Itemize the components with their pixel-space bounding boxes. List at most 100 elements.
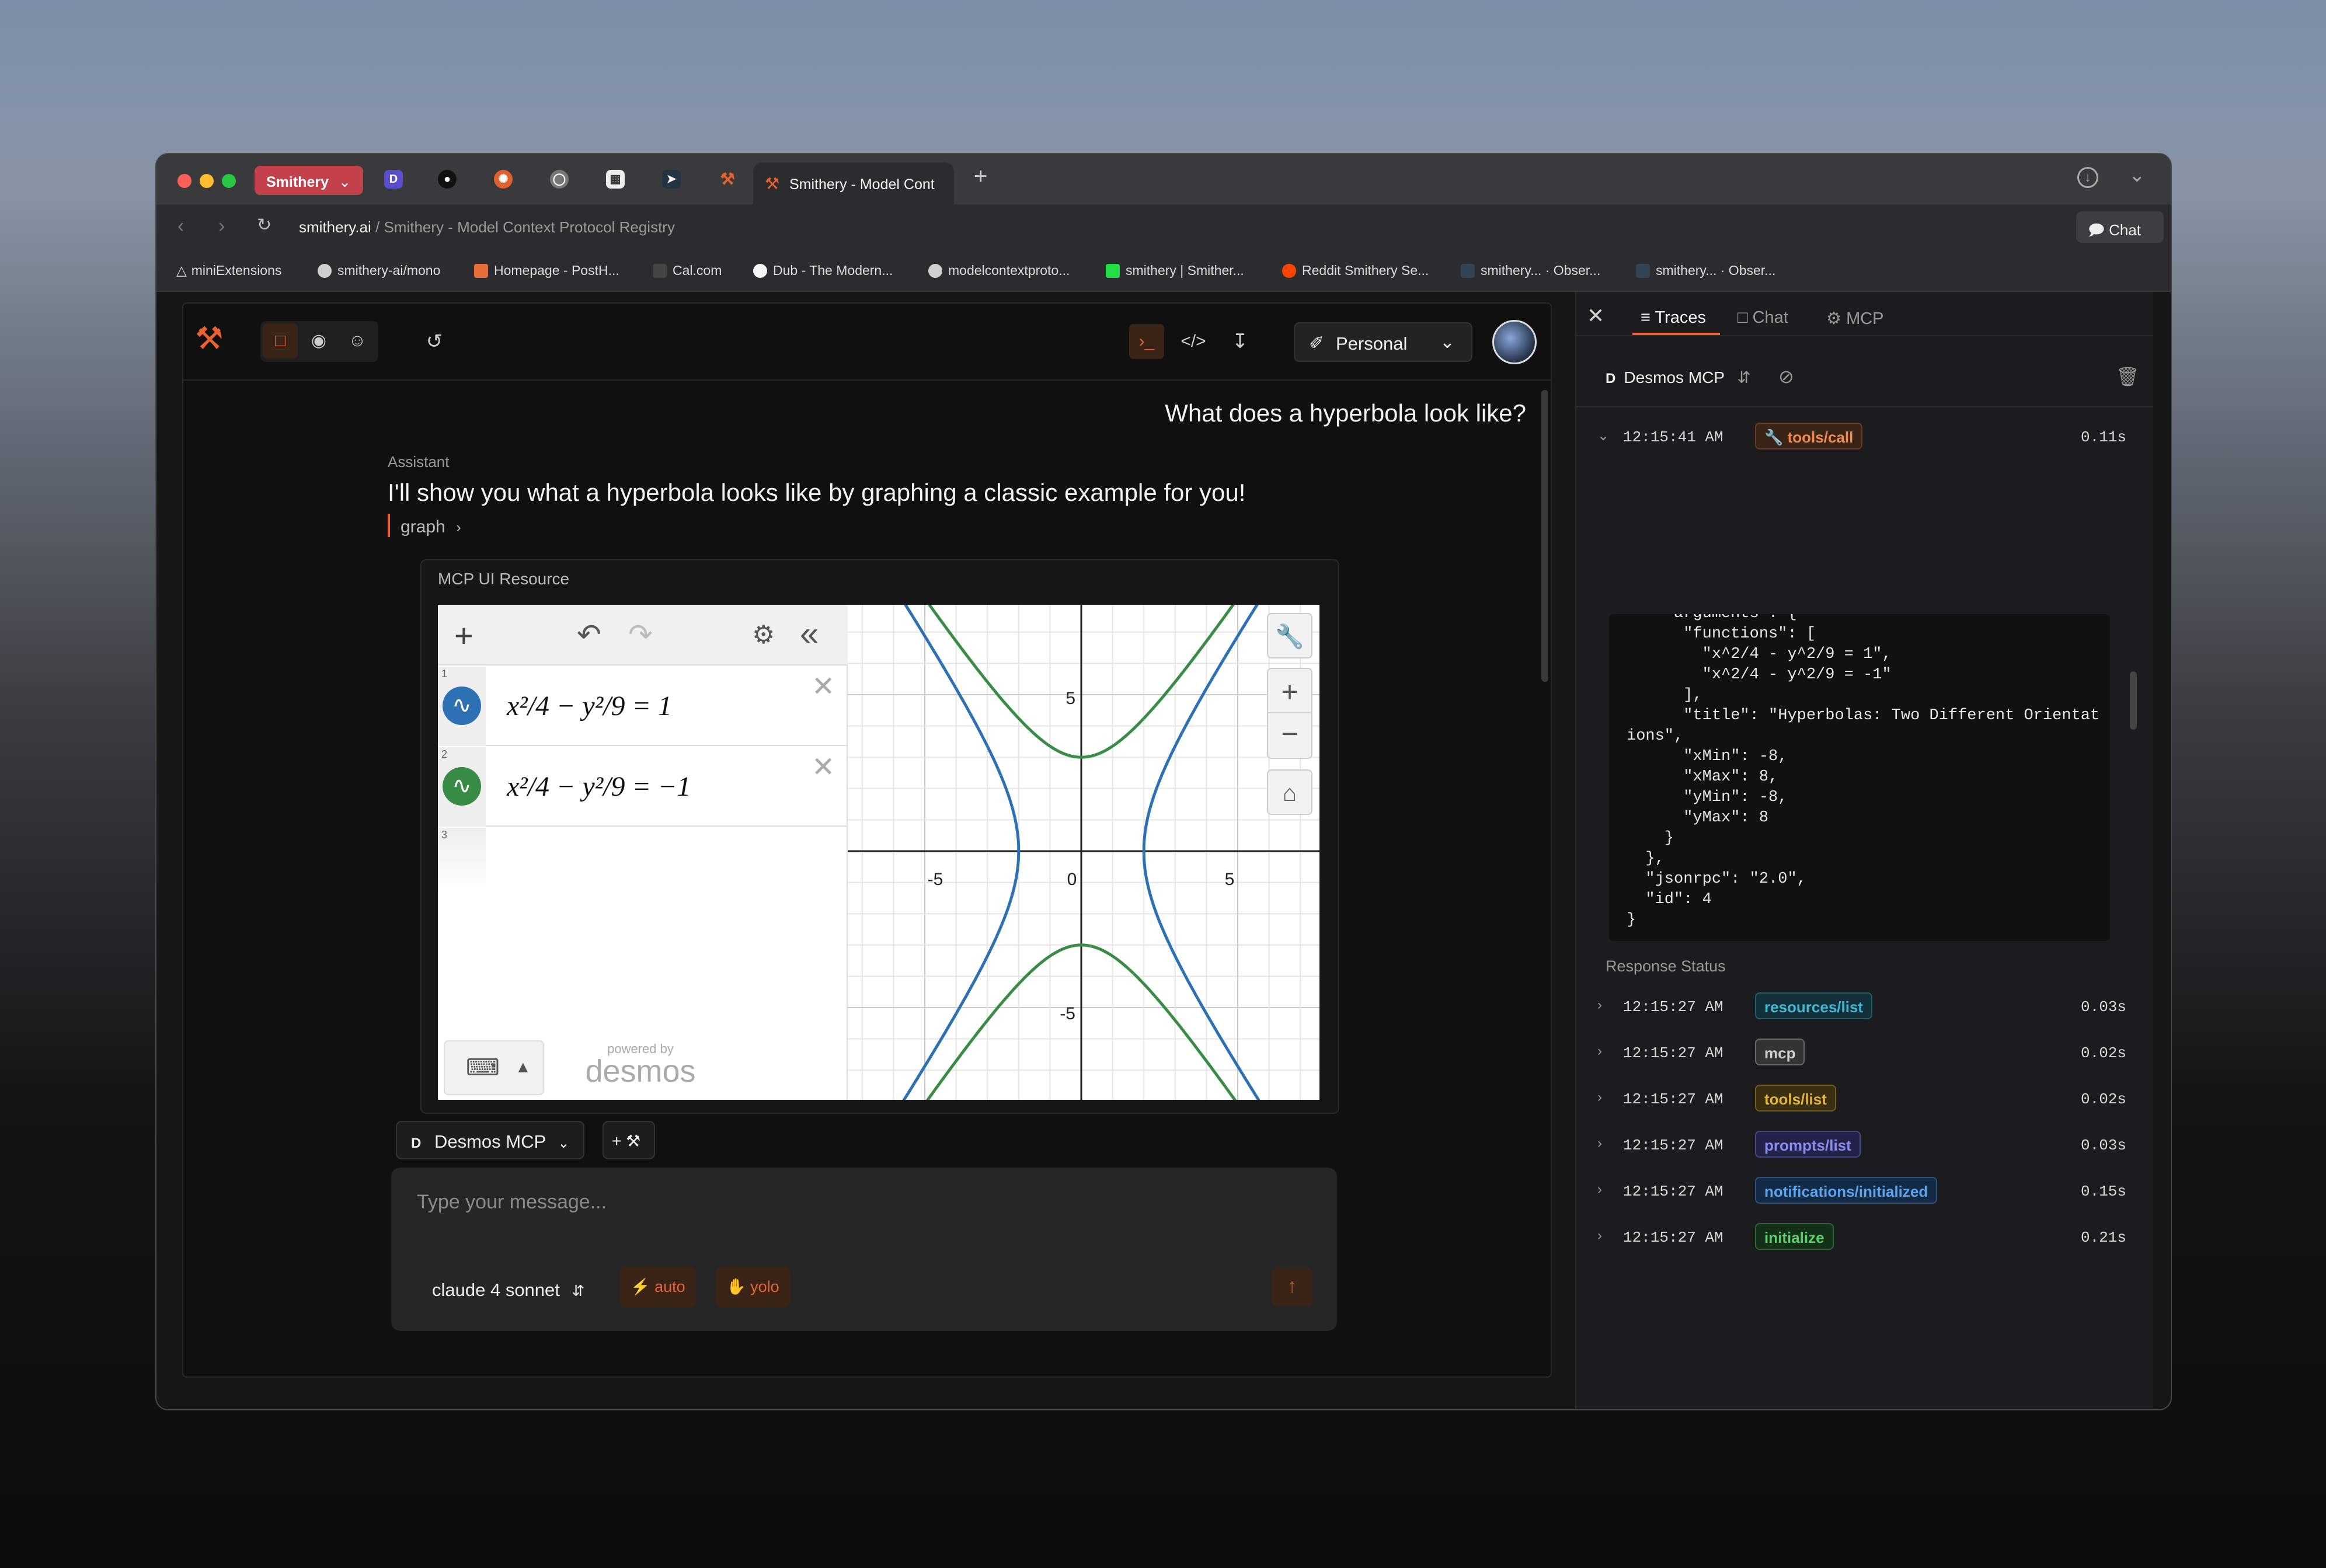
graph-settings-wrench-icon[interactable]: 🔧	[1267, 613, 1312, 658]
code-line: "functions": [	[1627, 625, 1816, 643]
trace-row[interactable]: › 12:15:27 AM initialize 0.21s	[1597, 1221, 2135, 1262]
user-icon[interactable]: ☺	[340, 323, 375, 358]
curve-color-icon[interactable]: ∿	[443, 767, 481, 806]
chevron-right-icon: ›	[1597, 1089, 1602, 1105]
server-initial-icon: D	[1606, 371, 1616, 386]
terminal-icon[interactable]: ›_	[1129, 324, 1164, 359]
expression-latex[interactable]: x²/4 − y²/9 = 1	[507, 690, 672, 722]
tab-mcp[interactable]: ⚙ MCP	[1826, 308, 1884, 329]
tab-favicon-1[interactable]: D	[384, 170, 403, 189]
expression-index: 1	[441, 668, 448, 680]
zoom-out-icon[interactable]: −	[1267, 713, 1312, 759]
bookmark-item[interactable]: smithery... · Obser...	[1636, 263, 1775, 278]
close-window-button[interactable]	[177, 174, 191, 188]
server-initial-icon: D	[411, 1135, 422, 1151]
server-filter-select[interactable]: D Desmos MCP ⇵	[1606, 368, 1751, 387]
bookmark-item[interactable]: smithery-ai/mono	[318, 263, 440, 278]
bookmark-item[interactable]: Cal.com	[653, 263, 722, 278]
zoom-in-icon[interactable]: +	[1267, 668, 1312, 713]
payload-scrollbar[interactable]	[2130, 671, 2137, 730]
forward-arrow-icon[interactable]: ›	[218, 215, 225, 238]
desmos-graph[interactable]: -5 0 5 5 -5	[848, 605, 1319, 1100]
settings-gear-icon[interactable]: ⚙	[752, 620, 775, 650]
mode-auto-button[interactable]: ⚡ auto	[620, 1267, 696, 1308]
maximize-window-button[interactable]	[222, 174, 236, 188]
reload-icon[interactable]: ↻	[257, 215, 271, 235]
home-icon[interactable]: ⌂	[1267, 769, 1312, 815]
code-icon[interactable]: </>	[1176, 324, 1211, 359]
trace-duration: 0.11s	[2080, 428, 2126, 446]
profile-tab-group[interactable]: Smithery ⌄	[255, 166, 363, 195]
workspace-select[interactable]: ✐ Personal ⌄	[1294, 322, 1472, 362]
model-select[interactable]: claude 4 sonnet ⇵	[432, 1280, 584, 1301]
trace-row[interactable]: › 12:15:27 AM mcp 0.02s	[1597, 1036, 2135, 1077]
code-line: "yMin": -8,	[1627, 789, 1788, 806]
message-input[interactable]: Type your message...	[417, 1191, 607, 1214]
download-icon[interactable]: ↧	[1223, 324, 1258, 359]
bookmark-item[interactable]: Dub - The Modern...	[753, 263, 893, 278]
tab-list-chevron-icon[interactable]: ⌄	[2129, 163, 2146, 187]
tab-favicon-6[interactable]: ➤	[662, 170, 681, 189]
tab-favicon-3[interactable]: ✺	[494, 170, 513, 189]
expression-row-empty[interactable]: 3	[438, 828, 848, 892]
bookmark-item[interactable]: Reddit Smithery Se...	[1282, 263, 1429, 278]
tab-favicon-2[interactable]: ●	[438, 170, 457, 189]
chat-bubble-icon[interactable]: □	[263, 323, 298, 358]
curve-color-icon[interactable]: ∿	[443, 687, 481, 725]
bookmark-item[interactable]: smithery... · Obser...	[1461, 263, 1600, 278]
trace-row[interactable]: › 12:15:27 AM prompts/list 0.03s	[1597, 1128, 2135, 1169]
collapse-panel-icon[interactable]: «	[800, 614, 819, 653]
tab-favicon-5[interactable]: ▦	[606, 170, 625, 189]
trace-row-expanded[interactable]: ⌄ 12:15:41 AM 🔧 tools/call 0.11s	[1597, 420, 2135, 461]
updown-chevron-icon: ⇵	[1737, 368, 1751, 386]
chat-button[interactable]: 🗩 Chat	[2076, 211, 2164, 243]
new-tab-button[interactable]: +	[974, 163, 987, 190]
smithery-favicon-icon: ⚒	[765, 175, 780, 193]
tab-favicon-smithery[interactable]: ⚒	[718, 170, 737, 189]
chat-bubble-icon: □	[1737, 308, 1748, 327]
smithery-logo-icon[interactable]: ⚒	[195, 320, 223, 357]
minimize-window-button[interactable]	[200, 174, 214, 188]
desmos-calculator[interactable]: + ↶ ↷ ⚙ « 1 ∿ x²/4 − y²/9 = 1 ✕ 2 ∿ x²/4…	[438, 605, 1319, 1100]
expression-latex[interactable]: x²/4 − y²/9 = −1	[507, 771, 691, 803]
bookmark-item[interactable]: modelcontextproto...	[928, 263, 1070, 278]
redo-icon[interactable]: ↷	[628, 618, 653, 651]
expression-row[interactable]: 2 ∿ x²/4 − y²/9 = −1 ✕	[438, 747, 848, 827]
add-tool-button[interactable]: + ⚒	[603, 1121, 655, 1159]
tab-active[interactable]: ⚒ Smithery - Model Cont	[753, 162, 954, 204]
page-content: ⚒ □ ◉ ☺ ↺ ›_ </> ↧ ✐ Personal ⌄ What doe…	[156, 292, 2171, 1409]
trace-method-badge: tools/list	[1755, 1085, 1836, 1111]
bookmark-item[interactable]: Homepage - PostH...	[474, 263, 619, 278]
avatar[interactable]	[1492, 320, 1537, 364]
eye-icon[interactable]: ◉	[301, 323, 336, 358]
trace-row[interactable]: › 12:15:27 AM notifications/initialized 0.1…	[1597, 1175, 2135, 1215]
chat-scrollbar[interactable]	[1541, 390, 1548, 682]
chevron-right-icon: ›	[1597, 1135, 1602, 1151]
tab-favicon-4[interactable]: ◯	[550, 170, 569, 189]
trace-row[interactable]: › 12:15:27 AM tools/list 0.02s	[1597, 1082, 2135, 1123]
back-arrow-icon[interactable]: ‹	[177, 215, 184, 238]
tab-traces[interactable]: ≡ Traces	[1632, 298, 1720, 335]
download-icon[interactable]: ↓	[2077, 167, 2098, 188]
tab-chat[interactable]: □ Chat	[1737, 308, 1788, 327]
bookmark-item[interactable]: △ miniExtensions	[176, 263, 281, 278]
send-arrow-icon[interactable]: ↑	[1272, 1268, 1312, 1306]
close-panel-icon[interactable]: ✕	[1587, 304, 1604, 328]
address-field[interactable]: smithery.ai / Smithery - Model Context P…	[299, 218, 675, 236]
keypad-toggle-button[interactable]: ⌨ ▲	[444, 1040, 544, 1095]
delete-expression-icon[interactable]: ✕	[812, 670, 835, 703]
reset-icon[interactable]: ↺	[417, 324, 452, 359]
tool-call-ref[interactable]: graph ›	[388, 514, 461, 537]
add-expression-plus-icon[interactable]: +	[454, 616, 473, 654]
trace-row[interactable]: › 12:15:27 AM resources/list 0.03s	[1597, 990, 2135, 1031]
expression-row[interactable]: 1 ∿ x²/4 − y²/9 = 1 ✕	[438, 667, 848, 746]
url-bar: ‹ › ↻ smithery.ai / Smithery - Model Con…	[156, 204, 2171, 250]
undo-icon[interactable]: ↶	[577, 618, 601, 651]
delete-expression-icon[interactable]: ✕	[812, 751, 835, 783]
mode-yolo-button[interactable]: ✋ yolo	[716, 1267, 790, 1308]
url-path: / Smithery - Model Context Protocol Regi…	[371, 218, 675, 236]
server-select[interactable]: D Desmos MCP ⌄	[396, 1121, 585, 1159]
bookmark-item[interactable]: smithery | Smither...	[1106, 263, 1244, 278]
trash-icon[interactable]: 🗑	[2116, 365, 2140, 388]
eye-off-icon[interactable]: ⊘	[1778, 365, 1794, 388]
